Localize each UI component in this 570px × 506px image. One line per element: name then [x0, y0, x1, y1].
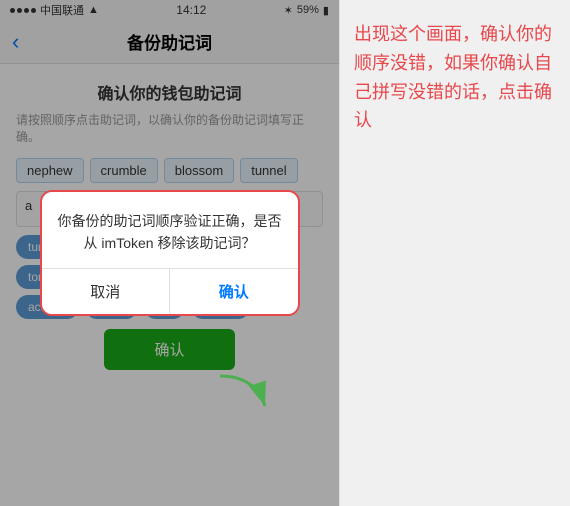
dialog-message: 你备份的助记词顺序验证正确，是否从 imToken 移除该助记词？ [42, 192, 298, 269]
dialog-actions: 取消 确认 [42, 268, 298, 314]
dialog-cancel-button[interactable]: 取消 [42, 269, 171, 314]
dialog-box: 你备份的助记词顺序验证正确，是否从 imToken 移除该助记词？ 取消 确认 [40, 190, 300, 317]
dialog-ok-button[interactable]: 确认 [170, 269, 298, 314]
annotation-panel: 出现这个画面，确认你的顺序没错，如果你确认自己拼写没错的话，点击确认 [340, 0, 570, 506]
dialog-overlay: 你备份的助记词顺序验证正确，是否从 imToken 移除该助记词？ 取消 确认 [0, 0, 339, 506]
arrow-icon [215, 371, 275, 421]
annotation-text: 出现这个画面，确认你的顺序没错，如果你确认自己拼写没错的话，点击确认 [354, 20, 556, 135]
phone-frame: 中国联通 ▲ 14:12 ✶ 59% ▮ ‹ 备份助记词 确认你的钱包助记词 请… [0, 0, 340, 506]
